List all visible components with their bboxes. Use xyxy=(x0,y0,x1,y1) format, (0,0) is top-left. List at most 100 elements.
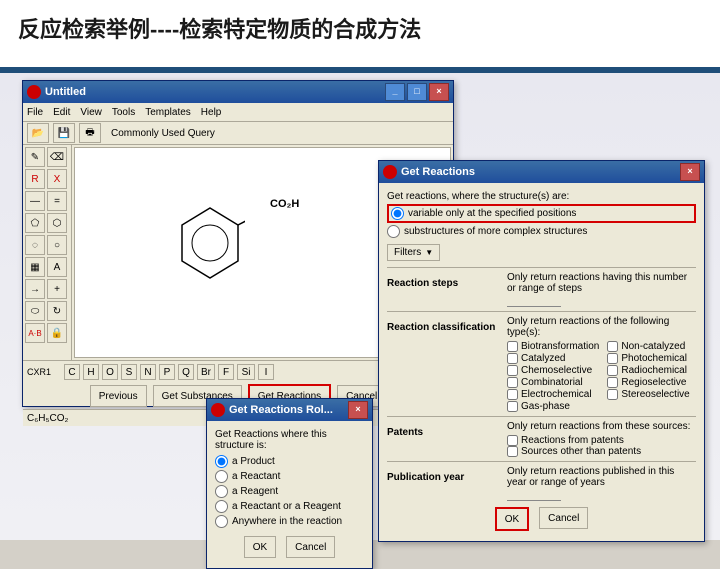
tool-rotate[interactable]: ↻ xyxy=(47,301,67,321)
filters-opt-substructure[interactable] xyxy=(387,225,400,238)
editor-toolbar-top: 📂 💾 🖶 Commonly Used Query xyxy=(23,122,453,145)
steps-input[interactable] xyxy=(507,294,561,307)
elem-c[interactable]: C xyxy=(64,364,80,380)
chk-photochemical[interactable] xyxy=(607,353,618,364)
chk-chemoselective[interactable] xyxy=(507,365,518,376)
role-opt-product-label: a Product xyxy=(232,456,275,467)
tool-chain-x[interactable]: X xyxy=(47,169,67,189)
tool-chain-r[interactable]: R xyxy=(25,169,45,189)
elem-br[interactable]: Br xyxy=(197,364,215,380)
elem-n[interactable]: N xyxy=(140,364,156,380)
role-titlebar[interactable]: Get Reactions Rol... × xyxy=(207,399,372,421)
lbl-stereoselective: Stereoselective xyxy=(621,389,689,400)
filters-dropdown[interactable]: Filters xyxy=(387,244,440,261)
patents-desc: Only return reactions from these sources… xyxy=(507,421,696,432)
chk-regioselective[interactable] xyxy=(607,377,618,388)
tool-arrow[interactable]: → xyxy=(25,279,45,299)
elem-p[interactable]: P xyxy=(159,364,175,380)
chk-stereoselective[interactable] xyxy=(607,389,618,400)
tool-plus[interactable]: + xyxy=(47,279,67,299)
minimize-button[interactable]: _ xyxy=(385,83,405,101)
lbl-regioselective: Regioselective xyxy=(621,377,686,388)
tool-double[interactable]: = xyxy=(47,191,67,211)
year-label: Publication year xyxy=(387,472,507,499)
tool-ring5[interactable]: ⬠ xyxy=(25,213,45,233)
steps-desc: Only return reactions having this number… xyxy=(507,272,687,294)
lbl-patents-from: Reactions from patents xyxy=(521,435,624,446)
filters-close-button[interactable]: × xyxy=(680,163,700,181)
tool-benzene[interactable]: ◌ xyxy=(25,235,45,255)
menu-edit[interactable]: Edit xyxy=(53,107,70,118)
role-opt-reactant[interactable] xyxy=(215,470,228,483)
chk-radiochemical[interactable] xyxy=(607,365,618,376)
tool-eraser[interactable]: ⌫ xyxy=(47,147,67,167)
elem-s[interactable]: S xyxy=(121,364,137,380)
role-close-button[interactable]: × xyxy=(348,401,368,419)
filters-opt-substructure-label: substructures of more complex structures xyxy=(404,226,587,237)
print-icon[interactable]: 🖶 xyxy=(79,123,101,143)
chk-combinatorial[interactable] xyxy=(507,377,518,388)
query-dropdown-label[interactable]: Commonly Used Query xyxy=(111,128,215,139)
close-button[interactable]: × xyxy=(429,83,449,101)
elem-h[interactable]: H xyxy=(83,364,99,380)
elem-f[interactable]: F xyxy=(218,364,234,380)
menu-templates[interactable]: Templates xyxy=(145,107,191,118)
chk-gas-phase[interactable] xyxy=(507,401,518,412)
chk-electrochemical[interactable] xyxy=(507,389,518,400)
filters-ok-button[interactable]: OK xyxy=(495,507,529,531)
year-input[interactable] xyxy=(507,488,561,501)
menu-view[interactable]: View xyxy=(80,107,102,118)
lbl-radiochemical: Radiochemical xyxy=(621,365,687,376)
year-desc: Only return reactions published in this … xyxy=(507,466,674,488)
role-dialog: Get Reactions Rol... × Get Reactions whe… xyxy=(206,398,373,569)
chk-non-catalyzed[interactable] xyxy=(607,341,618,352)
role-opt-ror-label: a Reactant or a Reagent xyxy=(232,501,341,512)
role-opt-reactant-or-reagent[interactable] xyxy=(215,500,228,513)
tool-pencil[interactable]: ✎ xyxy=(25,147,45,167)
elem-o[interactable]: O xyxy=(102,364,118,380)
tool-ab[interactable]: A·B xyxy=(25,323,45,343)
tool-atom[interactable]: A xyxy=(47,257,67,277)
elem-i[interactable]: I xyxy=(258,364,274,380)
menu-tools[interactable]: Tools xyxy=(112,107,135,118)
role-ok-button[interactable]: OK xyxy=(244,536,276,558)
save-icon[interactable]: 💾 xyxy=(53,123,75,143)
menu-help[interactable]: Help xyxy=(201,107,222,118)
tool-bond[interactable]: — xyxy=(25,191,45,211)
chk-biotransformation[interactable] xyxy=(507,341,518,352)
tool-lock[interactable]: 🔒 xyxy=(47,323,67,343)
filters-titlebar[interactable]: Get Reactions × xyxy=(379,161,704,183)
open-icon[interactable]: 📂 xyxy=(27,123,49,143)
editor-title: Untitled xyxy=(45,86,86,98)
elem-si[interactable]: Si xyxy=(237,364,255,380)
filters-opt-variable[interactable] xyxy=(391,207,404,220)
chk-catalyzed[interactable] xyxy=(507,353,518,364)
lbl-non-catalyzed: Non-catalyzed xyxy=(621,341,685,352)
role-cancel-button[interactable]: Cancel xyxy=(286,536,335,558)
lbl-chemoselective: Chemoselective xyxy=(521,365,592,376)
lbl-electrochemical: Electrochemical xyxy=(521,389,592,400)
slide-title: 反应检索举例----检索特定物质的合成方法 xyxy=(0,0,720,73)
role-opt-reactant-label: a Reactant xyxy=(232,471,280,482)
filters-cancel-button[interactable]: Cancel xyxy=(539,507,588,529)
previous-button[interactable]: Previous xyxy=(90,385,147,407)
editor-titlebar[interactable]: Untitled _ □ × xyxy=(23,81,453,103)
classification-grid: Biotransformation Non-catalyzed Catalyze… xyxy=(507,341,696,412)
chk-patents-other[interactable] xyxy=(507,446,518,457)
slide: 反应检索举例----检索特定物质的合成方法 Untitled _ □ × Fil… xyxy=(0,0,720,540)
role-opt-reagent[interactable] xyxy=(215,485,228,498)
tool-ring6[interactable]: ⬡ xyxy=(47,213,67,233)
formula-label: CO₂H xyxy=(270,198,299,210)
editor-menubar[interactable]: File Edit View Tools Templates Help xyxy=(23,103,453,122)
maximize-button[interactable]: □ xyxy=(407,83,427,101)
menu-file[interactable]: File xyxy=(27,107,43,118)
lbl-patents-other: Sources other than patents xyxy=(521,446,641,457)
tool-cyclohex[interactable]: ○ xyxy=(47,235,67,255)
tool-lasso[interactable]: ⬭ xyxy=(25,301,45,321)
tool-template[interactable]: ▦ xyxy=(25,257,45,277)
chk-patents-from[interactable] xyxy=(507,435,518,446)
role-opt-anywhere[interactable] xyxy=(215,515,228,528)
editor-palette: ✎⌫ RX —= ⬠⬡ ◌○ ▦A →+ ⬭↻ A·B🔒 xyxy=(23,145,72,360)
role-opt-product[interactable] xyxy=(215,455,228,468)
elem-q[interactable]: Q xyxy=(178,364,194,380)
